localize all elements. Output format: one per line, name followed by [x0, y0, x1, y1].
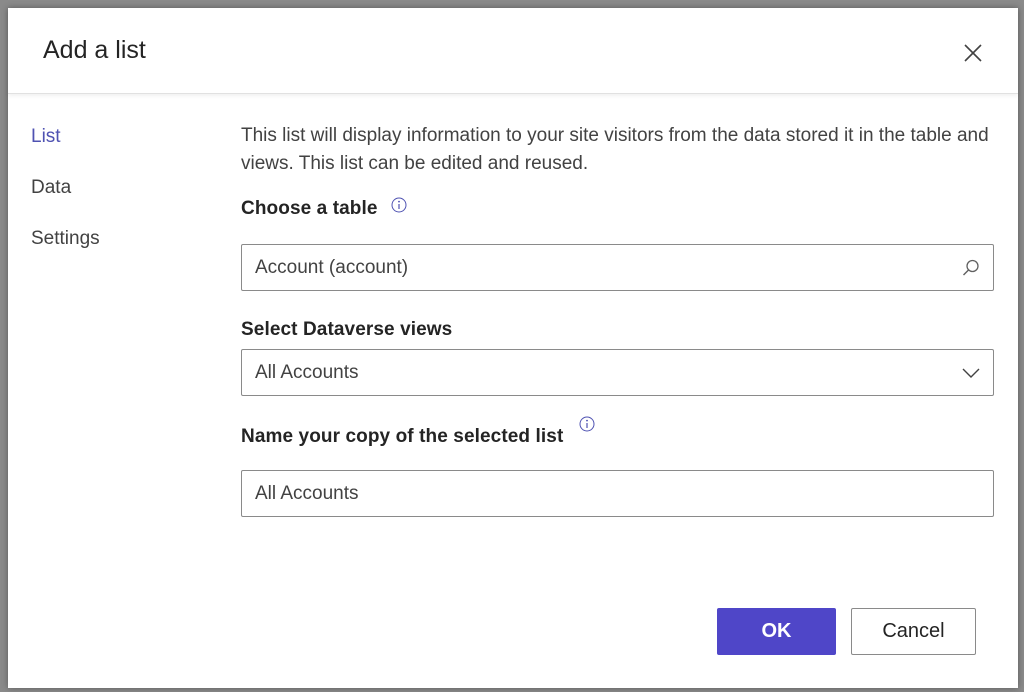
table-search-value: Account (account)	[255, 256, 409, 278]
search-icon[interactable]	[961, 258, 981, 278]
info-icon[interactable]	[579, 416, 595, 432]
cancel-button[interactable]: Cancel	[851, 608, 976, 655]
select-views-label-text: Select Dataverse views	[241, 319, 453, 340]
views-dropdown[interactable]: All Accounts	[241, 349, 994, 396]
close-button[interactable]	[958, 38, 988, 68]
dialog-header: Add a list	[8, 8, 1018, 94]
ok-button[interactable]: OK	[717, 608, 836, 655]
add-list-dialog: Add a list List Data Settings This list …	[8, 8, 1018, 688]
info-icon[interactable]	[391, 197, 407, 213]
table-search-input[interactable]: Account (account)	[241, 244, 994, 291]
nav-item-data[interactable]: Data	[31, 177, 71, 199]
dialog-title: Add a list	[43, 36, 146, 64]
choose-table-label-text: Choose a table	[241, 198, 378, 219]
list-name-value: All Accounts	[255, 482, 359, 504]
name-copy-label-text: Name your copy of the selected list	[241, 426, 564, 447]
choose-table-label: Choose a table	[241, 197, 407, 220]
list-name-input[interactable]: All Accounts	[241, 470, 994, 517]
nav-item-settings[interactable]: Settings	[31, 228, 100, 250]
views-dropdown-value: All Accounts	[255, 361, 359, 383]
list-description: This list will display information to yo…	[241, 125, 989, 174]
nav-item-list[interactable]: List	[31, 126, 61, 148]
close-icon	[964, 44, 982, 62]
name-copy-label: Name your copy of the selected list	[241, 416, 595, 448]
dropdown-icon-container	[949, 367, 993, 379]
select-views-label: Select Dataverse views	[241, 319, 452, 341]
chevron-down-icon	[962, 368, 980, 378]
search-icon-container	[949, 258, 993, 278]
